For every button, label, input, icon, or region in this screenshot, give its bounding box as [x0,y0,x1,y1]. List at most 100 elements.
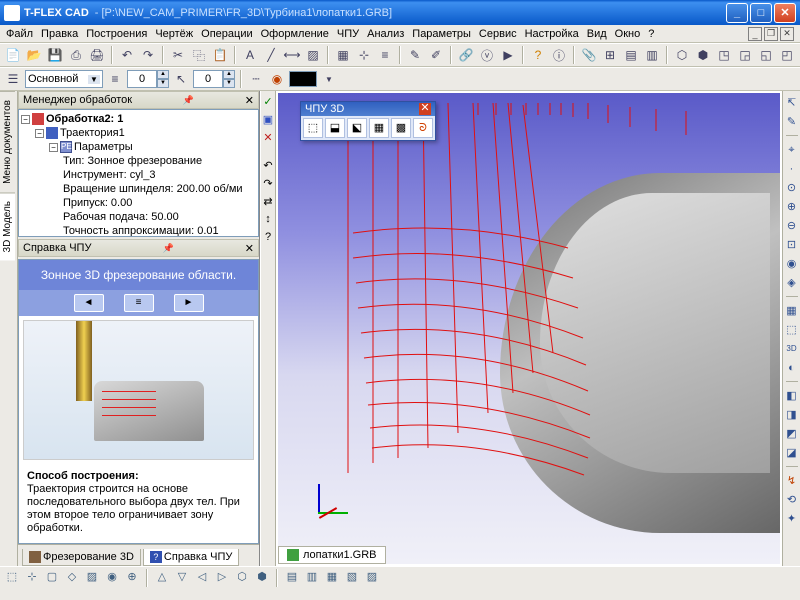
color-picker[interactable] [289,71,317,87]
grid-icon[interactable]: ▦ [334,46,352,64]
pan-icon[interactable]: ◈ [784,275,800,291]
cancel-icon[interactable]: ✕ [261,131,275,145]
link-icon[interactable]: 🔗 [457,46,475,64]
close-button[interactable]: ✕ [774,3,796,23]
mdi-close[interactable]: ✕ [780,27,794,41]
sb-5[interactable]: ▨ [84,570,100,586]
updown-icon[interactable]: ↕ [261,213,275,227]
light-icon[interactable]: ↯ [784,473,800,489]
snap-icon[interactable]: ⊹ [355,46,373,64]
ok-icon[interactable]: ✓ [261,95,275,109]
sb-16[interactable]: ▦ [324,570,340,586]
sb-4[interactable]: ◇ [64,570,80,586]
cnc-btn-6[interactable]: ᘐ [413,118,433,138]
sb-12[interactable]: ⬡ [234,570,250,586]
tree-tool[interactable]: Инструмент: cyl_3 [21,168,256,182]
expand-icon[interactable]: − [21,115,30,124]
view3-icon[interactable]: ◩ [784,426,800,442]
menu-params[interactable]: Параметры [412,28,471,40]
sb-17[interactable]: ▧ [344,570,360,586]
chevron-down-icon[interactable]: ▼ [320,70,338,88]
cnc-btn-4[interactable]: ▦ [369,118,389,138]
help-icon[interactable]: ? [529,46,547,64]
dash-icon[interactable]: ┄ [247,70,265,88]
cnc-btn-1[interactable]: ⬚ [303,118,323,138]
menu-view[interactable]: Вид [587,28,607,40]
sb-11[interactable]: ▷ [214,570,230,586]
cnc-btn-2[interactable]: ⬓ [325,118,345,138]
dim-icon[interactable]: ⟷ [283,46,301,64]
close-panel-icon[interactable]: ✕ [245,242,254,255]
menu-ops[interactable]: Операции [201,28,252,40]
zoomwin-icon[interactable]: ⊙ [784,180,800,196]
view1-icon[interactable]: ◧ [784,388,800,404]
cam5-icon[interactable]: ◱ [757,46,775,64]
tree-trajectory[interactable]: Траектория1 [60,127,125,139]
help-next-button[interactable]: ► [174,294,204,312]
menu-format[interactable]: Оформление [261,28,329,40]
3d-icon[interactable]: 3D [784,341,800,357]
tree-type[interactable]: Тип: Зонное фрезерование [21,154,256,168]
sb-9[interactable]: ▽ [174,570,190,586]
table3-icon[interactable]: ▥ [643,46,661,64]
expand-icon[interactable]: − [35,129,44,138]
redo-icon[interactable]: ↷ [139,46,157,64]
layer-input[interactable] [28,73,88,85]
swap-icon[interactable]: ⇄ [261,195,275,209]
wireframe-icon[interactable]: ▦ [784,303,800,319]
document-tab[interactable]: лопатки1.GRB [278,546,386,564]
mdi-restore[interactable]: ❐ [764,27,778,41]
vtab-3dmodel[interactable]: 3D Модель [0,192,15,260]
tree-root[interactable]: Обработка2: 1 [46,113,123,125]
sb-10[interactable]: ◁ [194,570,210,586]
copy-icon[interactable]: ⿻ [190,46,208,64]
spin1[interactable]: 0 ▲▼ [127,70,169,88]
menu-window[interactable]: Окно [615,28,641,40]
3d-viewport[interactable]: ЧПУ 3D✕ ⬚ ⬓ ⬕ ▦ ▩ ᘐ [278,93,780,564]
text-icon[interactable]: A [241,46,259,64]
sb-3[interactable]: ▢ [44,570,60,586]
redo-icon[interactable]: ↷ [261,177,275,191]
anim-icon[interactable]: ▶ [499,46,517,64]
props-icon[interactable]: ▣ [261,113,275,127]
menu-edit[interactable]: Правка [41,28,78,40]
layer-icon[interactable]: ≡ [376,46,394,64]
zoomin-icon[interactable]: ⊕ [784,199,800,215]
tree-params[interactable]: Параметры [74,141,133,153]
close-icon[interactable]: ✕ [419,103,431,115]
menu-help[interactable]: ? [648,28,654,40]
menu-file[interactable]: Файл [6,28,33,40]
help-list-button[interactable]: ≡ [124,294,154,312]
sb-8[interactable]: △ [154,570,170,586]
table2-icon[interactable]: ▤ [622,46,640,64]
tree-feed[interactable]: Рабочая подача: 50.00 [21,210,256,224]
vtab-docs[interactable]: Меню документов [0,91,15,192]
draw1-icon[interactable]: ✎ [406,46,424,64]
spin2[interactable]: 0 ▲▼ [193,70,235,88]
sb-1[interactable]: ⬚ [4,570,20,586]
star-icon[interactable]: ✦ [784,511,800,527]
table-icon[interactable]: ⊞ [601,46,619,64]
save-icon[interactable]: 💾 [46,46,64,64]
view4-icon[interactable]: ◪ [784,445,800,461]
cam4-icon[interactable]: ◲ [736,46,754,64]
zoomfit-icon[interactable]: ⊡ [784,237,800,253]
cam3-icon[interactable]: ◳ [715,46,733,64]
hidden-icon[interactable]: ⬚ [784,322,800,338]
wheel-icon[interactable]: ◉ [268,70,286,88]
undo-icon[interactable]: ↶ [118,46,136,64]
open-icon[interactable]: 📂 [25,46,43,64]
sb-14[interactable]: ▤ [284,570,300,586]
zoomout-icon[interactable]: ⊖ [784,218,800,234]
pencil-icon[interactable]: ✎ [784,114,800,130]
cut-icon[interactable]: ✂ [169,46,187,64]
home-icon[interactable]: ↸ [784,95,800,111]
paste-icon[interactable]: 📋 [211,46,229,64]
cnc-btn-5[interactable]: ▩ [391,118,411,138]
var-icon[interactable]: ⓥ [478,46,496,64]
tab-milling3d[interactable]: Фрезерование 3D [22,549,141,566]
menu-analysis[interactable]: Анализ [367,28,404,40]
hatch-icon[interactable]: ▨ [304,46,322,64]
tree-spindle[interactable]: Вращение шпинделя: 200.00 об/ми [21,182,256,196]
expand-icon[interactable]: − [49,143,58,152]
